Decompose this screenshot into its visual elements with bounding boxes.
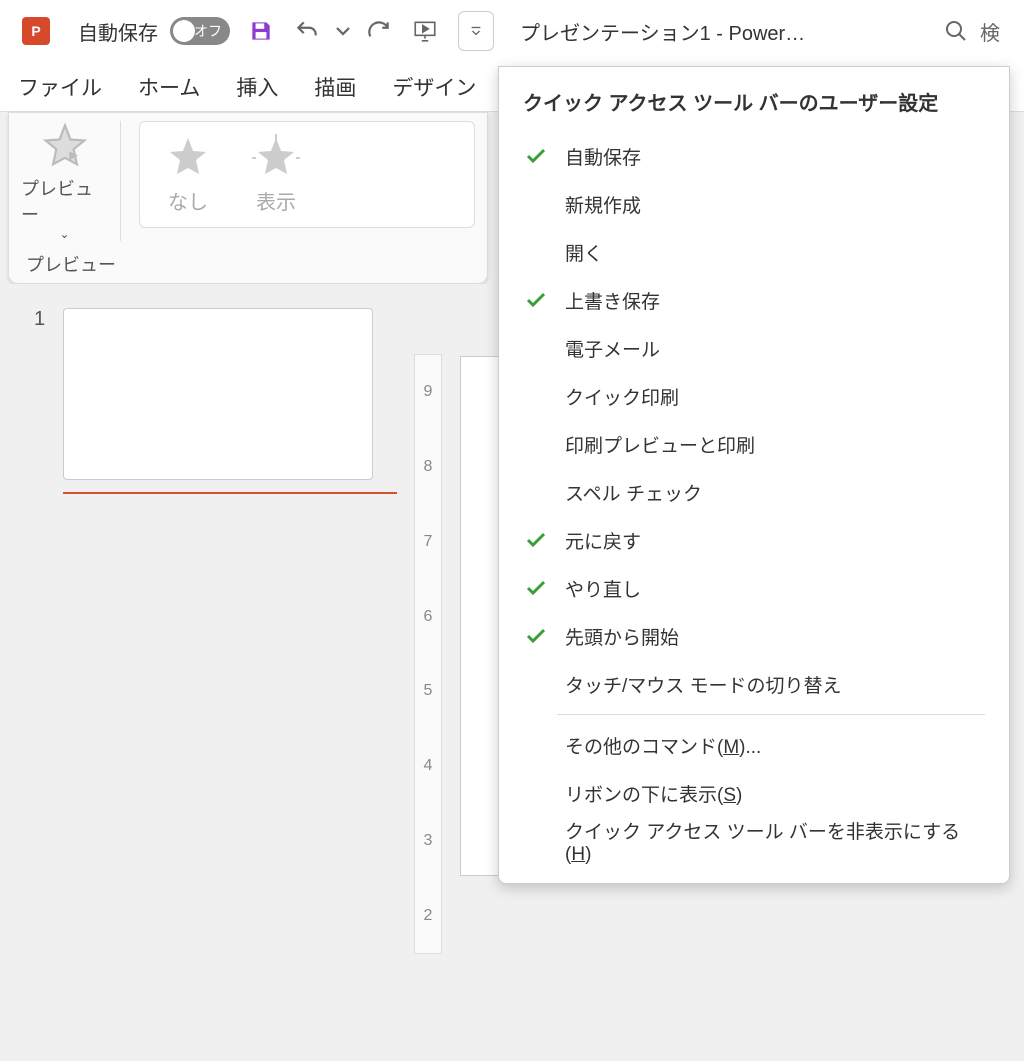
dropdown-item-9[interactable]: やり直し xyxy=(499,564,1009,612)
dropdown-title: クイック アクセス ツール バーのユーザー設定 xyxy=(499,81,1009,132)
dropdown-item-label: やり直し xyxy=(565,575,641,602)
check-icon xyxy=(523,527,549,553)
dropdown-item-2[interactable]: 開く xyxy=(499,228,1009,276)
check-icon xyxy=(523,143,549,169)
slide-thumbnail-1[interactable]: 1 xyxy=(34,308,376,494)
dropdown-item-11[interactable]: タッチ/マウス モードの切り替え xyxy=(499,660,1009,708)
dropdown-item-label: 先頭から開始 xyxy=(565,623,679,650)
star-icon xyxy=(164,134,212,182)
dropdown-item-7[interactable]: スペル チェック xyxy=(499,468,1009,516)
dropdown-item-label: 新規作成 xyxy=(565,191,641,218)
slide-panel: 1 xyxy=(0,284,410,1061)
app-icon: P xyxy=(22,17,50,45)
divider xyxy=(557,714,985,715)
dropdown-item-label: 自動保存 xyxy=(565,143,641,170)
preview-label: プレビュー xyxy=(21,175,108,227)
check-icon xyxy=(523,431,549,457)
hide-qat-item[interactable]: クイック アクセス ツール バーを非表示にする (H) xyxy=(499,817,1009,865)
toggle-state: オフ xyxy=(194,21,222,41)
gallery-item-show[interactable]: 表示 xyxy=(252,134,300,215)
dropdown-item-label: 電子メール xyxy=(565,335,660,362)
vertical-ruler: 2 3 4 5 6 7 8 9 xyxy=(414,354,442,954)
document-title: プレゼンテーション1 - Power… xyxy=(520,17,805,46)
gallery-item-none[interactable]: なし xyxy=(164,134,212,215)
check-icon xyxy=(523,239,549,265)
dropdown-item-10[interactable]: 先頭から開始 xyxy=(499,612,1009,660)
dropdown-item-label: クイック印刷 xyxy=(565,383,679,410)
tab-insert[interactable]: 挿入 xyxy=(232,66,282,108)
preview-section-label: プレビュー xyxy=(21,251,121,277)
dropdown-item-6[interactable]: 印刷プレビューと印刷 xyxy=(499,420,1009,468)
dropdown-item-label: 元に戻す xyxy=(565,527,641,554)
slideshow-from-start-button[interactable] xyxy=(406,12,444,50)
dropdown-item-label: タッチ/マウス モードの切り替え xyxy=(565,671,842,698)
undo-button[interactable] xyxy=(288,12,326,50)
tab-draw[interactable]: 描画 xyxy=(310,66,360,108)
qat-customize-menu: クイック アクセス ツール バーのユーザー設定 自動保存新規作成開く上書き保存電… xyxy=(498,66,1010,884)
autosave-toggle[interactable]: オフ xyxy=(170,17,230,45)
tab-home[interactable]: ホーム xyxy=(134,66,204,108)
toggle-knob xyxy=(173,20,195,42)
show-below-ribbon-item[interactable]: リボンの下に表示(S) xyxy=(499,769,1009,817)
ribbon-panel: プレビュー ⌄ なし 表示 プレビュー xyxy=(8,112,488,284)
check-icon xyxy=(523,191,549,217)
dropdown-item-4[interactable]: 電子メール xyxy=(499,324,1009,372)
dropdown-item-8[interactable]: 元に戻す xyxy=(499,516,1009,564)
check-icon xyxy=(523,623,549,649)
dropdown-item-3[interactable]: 上書き保存 xyxy=(499,276,1009,324)
autosave-label: 自動保存 xyxy=(78,17,158,46)
dropdown-item-label: スペル チェック xyxy=(565,479,702,506)
preview-button[interactable]: プレビュー ⌄ xyxy=(21,121,121,241)
star-burst-icon xyxy=(252,134,300,182)
dropdown-item-label: 開く xyxy=(565,239,603,266)
dropdown-item-5[interactable]: クイック印刷 xyxy=(499,372,1009,420)
slide-number: 1 xyxy=(34,308,45,494)
dropdown-item-1[interactable]: 新規作成 xyxy=(499,180,1009,228)
search-placeholder: 検 xyxy=(980,17,1000,46)
redo-button[interactable] xyxy=(360,12,398,50)
search-box[interactable]: 検 xyxy=(929,17,1014,46)
check-icon xyxy=(523,383,549,409)
title-bar: P 自動保存 オフ プレゼンテーション1 - Power… 検 xyxy=(0,0,1024,62)
check-icon xyxy=(523,335,549,361)
qat-customize-button[interactable] xyxy=(458,11,494,51)
check-icon xyxy=(523,575,549,601)
animation-gallery[interactable]: なし 表示 xyxy=(139,121,475,228)
check-icon xyxy=(523,287,549,313)
check-icon xyxy=(523,479,549,505)
dropdown-item-label: 印刷プレビューと印刷 xyxy=(565,431,755,458)
tab-design[interactable]: デザイン xyxy=(388,66,480,108)
chevron-down-icon: ⌄ xyxy=(59,227,69,241)
undo-dropdown[interactable] xyxy=(334,12,352,50)
dropdown-item-label: 上書き保存 xyxy=(565,287,660,314)
dropdown-item-0[interactable]: 自動保存 xyxy=(499,132,1009,180)
slide-thumb xyxy=(63,308,373,480)
more-commands-item[interactable]: その他のコマンド(M)... xyxy=(499,721,1009,769)
search-icon xyxy=(944,19,968,43)
check-icon xyxy=(523,671,549,697)
slide-selection-indicator xyxy=(63,492,397,494)
save-button[interactable] xyxy=(242,12,280,50)
tab-file[interactable]: ファイル xyxy=(14,66,106,108)
